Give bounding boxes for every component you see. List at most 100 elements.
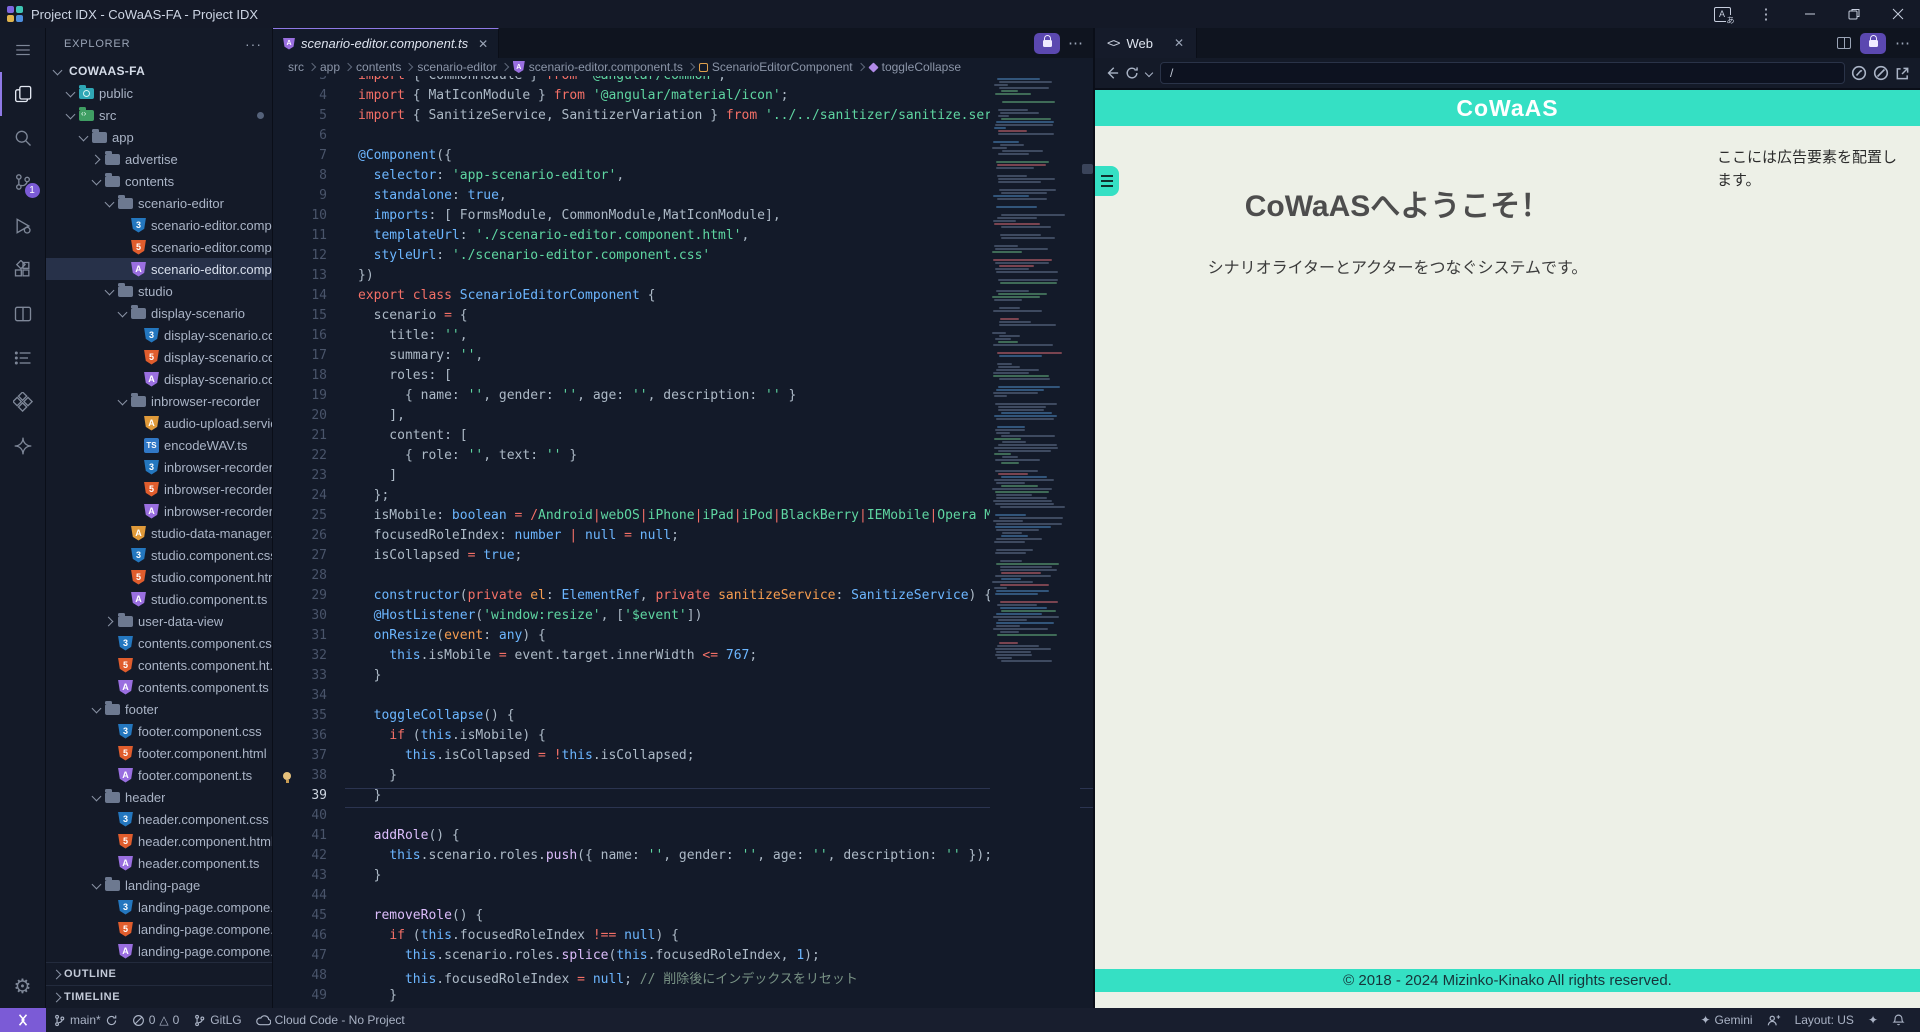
breadcrumb-item[interactable]: toggleCollapse	[868, 60, 961, 74]
gemini-sparkle-icon[interactable]	[0, 424, 46, 468]
reload-dropdown-icon[interactable]	[1145, 69, 1154, 78]
tree-item[interactable]: 5 inbrowser-recorder...	[46, 478, 272, 500]
gitlg-status[interactable]: GitLG	[186, 1008, 248, 1032]
code-line[interactable]: }	[358, 868, 1093, 888]
split-editor-icon[interactable]	[1837, 37, 1851, 49]
code-line[interactable]: standalone: true,	[358, 188, 1093, 208]
tree-item[interactable]: 5 footer.component.html	[46, 742, 272, 764]
tab-web[interactable]: <> Web ✕	[1095, 28, 1198, 58]
tab-scenario-editor-component-ts[interactable]: A scenario-editor.component.ts ✕	[273, 28, 500, 58]
explorer-more-icon[interactable]: ···	[245, 36, 262, 52]
code-line[interactable]: ],	[358, 408, 1093, 428]
code-line[interactable]: this.scenario.roles.splice(this.focusedR…	[358, 948, 1093, 968]
tree-item[interactable]: app	[46, 126, 272, 148]
code-line[interactable]: @Component({	[358, 148, 1093, 168]
tree-item[interactable]: 3 footer.component.css	[46, 720, 272, 742]
extensions-icon[interactable]	[0, 248, 46, 292]
code-line[interactable]: import { MatIconModule } from '@angular/…	[358, 88, 1093, 108]
code-line[interactable]: this.isCollapsed = !this.isCollapsed;	[358, 748, 1093, 768]
code-line[interactable]: scenario = {	[358, 308, 1093, 328]
notifications-bell-icon[interactable]	[1885, 1008, 1912, 1032]
tree-item[interactable]: Afooter.component.ts	[46, 764, 272, 786]
web-more-actions-icon[interactable]: ⋯	[1895, 34, 1910, 52]
kebab-menu-icon[interactable]: ⋮	[1744, 0, 1788, 28]
code-line[interactable]: onResize(event: any) {	[358, 628, 1093, 648]
translate-icon[interactable]: A	[1700, 0, 1744, 28]
tree-item[interactable]: display-scenario	[46, 302, 272, 324]
outline-list-icon[interactable]	[0, 336, 46, 380]
tree-item[interactable]: footer	[46, 698, 272, 720]
explorer-icon[interactable]	[0, 72, 46, 116]
editor-layout-icon[interactable]	[0, 292, 46, 336]
code-line[interactable]: summary: '',	[358, 348, 1093, 368]
tree-item[interactable]: 3 contents.component.css	[46, 632, 272, 654]
tree-item[interactable]: header	[46, 786, 272, 808]
code-line[interactable]	[358, 888, 1093, 908]
tree-item[interactable]: COWAAS-FA	[46, 60, 272, 82]
code-line[interactable]: }	[358, 668, 1093, 688]
tree-item[interactable]: 3 studio.component.css	[46, 544, 272, 566]
code-line[interactable]: this.isMobile = event.target.innerWidth …	[358, 648, 1093, 668]
gemini-status[interactable]: ✦ Gemini	[1693, 1008, 1759, 1032]
tree-item[interactable]: public	[46, 82, 272, 104]
minimap[interactable]	[990, 76, 1080, 1008]
code-line[interactable]: }	[345, 788, 1093, 808]
tree-item[interactable]: 3 display-scenario.co...	[46, 324, 272, 346]
code-line[interactable]: styleUrl: './scenario-editor.component.c…	[358, 248, 1093, 268]
timeline-section[interactable]: TIMELINE	[46, 985, 272, 1008]
minimize-button[interactable]	[1788, 0, 1832, 28]
search-icon[interactable]	[0, 116, 46, 160]
menu-icon[interactable]	[0, 28, 46, 72]
lock-icon[interactable]	[1034, 32, 1060, 54]
restore-button[interactable]	[1832, 0, 1876, 28]
breadcrumb-item[interactable]: scenario-editor	[417, 60, 496, 74]
breadcrumb-item[interactable]: app	[320, 60, 340, 74]
tree-item[interactable]: 3 landing-page.compone...	[46, 896, 272, 918]
code-line[interactable]: addRole() {	[358, 828, 1093, 848]
breadcrumb-item[interactable]: src	[288, 60, 304, 74]
code-area[interactable]: 3456789101112131415161718192021222324252…	[273, 76, 1093, 1008]
sparkle-status-icon[interactable]: ✦	[1861, 1008, 1885, 1032]
tree-item[interactable]: user-data-view	[46, 610, 272, 632]
code-line[interactable]: @HostListener('window:resize', ['$event'…	[358, 608, 1093, 628]
devtools-icon[interactable]	[1873, 65, 1889, 81]
code-line[interactable]: title: '',	[358, 328, 1093, 348]
code-line[interactable]: templateUrl: './scenario-editor.componen…	[358, 228, 1093, 248]
tree-item[interactable]: 5 contents.component.ht...	[46, 654, 272, 676]
cloud-code-status[interactable]: Cloud Code - No Project	[249, 1008, 412, 1032]
code-line[interactable]: }	[358, 768, 1093, 788]
reload-icon[interactable]	[1125, 66, 1139, 80]
tree-item[interactable]: 3 inbrowser-recorder...	[46, 456, 272, 478]
code-line[interactable]	[358, 688, 1093, 708]
code-line[interactable]: if (this.isMobile) {	[358, 728, 1093, 748]
inspect-icon[interactable]	[1851, 65, 1867, 81]
tree-item[interactable]: Ascenario-editor.comp...	[46, 258, 272, 280]
code-line[interactable]: toggleCollapse() {	[358, 708, 1093, 728]
tree-item[interactable]: 5 header.component.html	[46, 830, 272, 852]
code-line[interactable]: focusedRoleIndex: number | null = null;	[358, 528, 1093, 548]
problems-status[interactable]: 0 △ 0	[125, 1008, 187, 1032]
editor-scrollbar[interactable]	[1080, 76, 1093, 1008]
remote-indicator[interactable]	[0, 1008, 46, 1032]
tree-item[interactable]: landing-page	[46, 874, 272, 896]
idx-templates-icon[interactable]	[0, 380, 46, 424]
tree-item[interactable]: Astudio-data-manager...	[46, 522, 272, 544]
code-line[interactable]: if (this.focusedRoleIndex !== null) {	[358, 928, 1093, 948]
breadcrumb-item[interactable]: contents	[356, 60, 401, 74]
code-line[interactable]: };	[358, 488, 1093, 508]
web-lock-icon[interactable]	[1860, 32, 1886, 54]
code-line[interactable]: content: [	[358, 428, 1093, 448]
code-line[interactable]: isCollapsed = true;	[358, 548, 1093, 568]
tree-item[interactable]: Astudio.component.ts	[46, 588, 272, 610]
code-line[interactable]: import { SanitizeService, SanitizerVaria…	[358, 108, 1093, 128]
lightbulb-icon[interactable]	[281, 772, 293, 784]
close-button[interactable]	[1876, 0, 1920, 28]
tree-item[interactable]: 3 scenario-editor.comp...	[46, 214, 272, 236]
back-icon[interactable]	[1105, 66, 1119, 80]
tree-item[interactable]: studio	[46, 280, 272, 302]
feedback-icon[interactable]	[1760, 1008, 1788, 1032]
tree-item[interactable]: scenario-editor	[46, 192, 272, 214]
code-line[interactable]	[358, 128, 1093, 148]
settings-gear-icon[interactable]: ⚙	[0, 964, 46, 1008]
code-line[interactable]: isMobile: boolean = /Android|webOS|iPhon…	[358, 508, 1093, 528]
